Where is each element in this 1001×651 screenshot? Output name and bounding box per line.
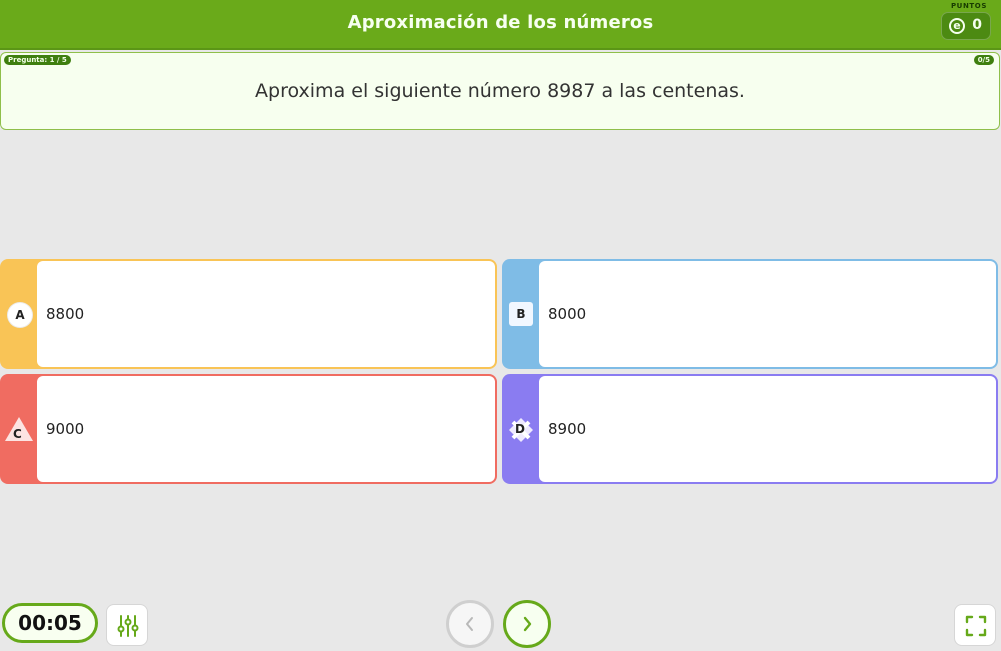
chevron-right-icon: [523, 616, 532, 632]
next-button[interactable]: [503, 600, 551, 648]
fullscreen-icon: [965, 615, 987, 637]
answer-d-value: 8900: [548, 420, 587, 438]
points-value: 0: [972, 17, 982, 33]
answer-b-letter: B: [516, 307, 526, 321]
answer-a-value: 8800: [46, 305, 85, 323]
top-bar: Aproximación de los números PUNTOS e 0: [0, 0, 1001, 50]
answer-option-c[interactable]: C 9000: [0, 374, 497, 484]
answer-b-value: 8000: [548, 305, 587, 323]
page-title: Aproximación de los números: [347, 12, 654, 33]
question-progress-badge: Pregunta: 1 / 5: [4, 55, 71, 65]
score-badge: 0/5: [973, 55, 994, 65]
fullscreen-button[interactable]: [954, 604, 996, 646]
answer-c-value: 9000: [46, 420, 85, 438]
timer: 00:05: [2, 603, 98, 643]
sliders-icon: [117, 615, 139, 637]
question-card: Pregunta: 1 / 5 0/5 Aproxima el siguient…: [0, 52, 1000, 130]
chevron-left-icon: [466, 617, 473, 631]
question-text: Aproxima el siguiente número 8987 a las …: [255, 80, 745, 102]
answer-option-d-body[interactable]: [539, 376, 996, 482]
coin-icon: e: [949, 18, 965, 34]
answer-option-a[interactable]: A 8800: [0, 259, 497, 369]
answer-option-c-body[interactable]: [37, 376, 495, 482]
points-badge: e 0: [941, 12, 991, 40]
answer-d-letter: D: [515, 422, 525, 436]
previous-button[interactable]: [446, 600, 494, 648]
answer-c-letter: C: [13, 427, 22, 441]
settings-button[interactable]: [106, 604, 148, 646]
points-label: PUNTOS: [950, 2, 987, 10]
answer-option-d[interactable]: D 8900: [502, 374, 998, 484]
answer-a-letter: A: [15, 308, 25, 322]
answer-a-circle-icon: A: [7, 302, 33, 328]
answer-option-a-body[interactable]: [37, 261, 495, 367]
answer-b-square-icon: B: [509, 302, 533, 326]
answer-option-b-body[interactable]: [539, 261, 996, 367]
answer-option-b[interactable]: B 8000: [502, 259, 998, 369]
